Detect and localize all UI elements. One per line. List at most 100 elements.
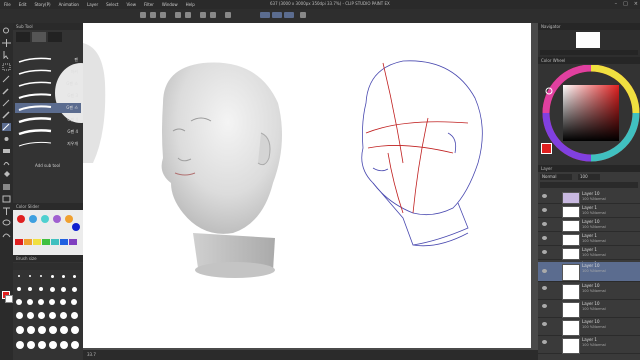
brush-size-dot[interactable] [27,326,35,334]
layer-row[interactable]: Layer 10 100 %Normal [538,318,640,336]
menu-window[interactable]: Window [158,2,182,7]
eye-icon[interactable] [542,208,547,212]
snap-ruler-icon[interactable] [260,12,270,18]
brush-size-dot[interactable] [62,275,65,278]
eye-icon[interactable] [542,286,547,290]
settings-icon[interactable] [300,12,306,18]
color-swatch[interactable] [24,239,32,245]
operation-icon[interactable] [2,51,11,60]
eye-icon[interactable] [542,322,547,326]
sub-color-swatch[interactable] [5,295,13,303]
main-color-chip[interactable] [541,143,552,154]
brush-size-dot[interactable] [72,287,77,292]
subtool-group-tab[interactable] [16,32,30,42]
layer-row-selected[interactable]: Layer 10 100 %Normal [538,262,640,282]
brush-size-dot[interactable] [71,341,79,349]
fill-icon[interactable] [210,12,216,18]
pencil-icon[interactable] [2,111,11,119]
new-file-icon[interactable] [140,12,146,18]
color-circle[interactable] [72,223,80,231]
figure-icon[interactable] [2,195,11,203]
brush-size-dot[interactable] [27,341,35,349]
snap-grid-icon[interactable] [284,12,294,18]
brush-size-dot[interactable] [71,299,77,305]
brush-size-dot[interactable] [27,299,33,305]
brush-size-dot[interactable] [16,341,24,349]
brush-size-dot[interactable] [16,312,23,319]
eye-icon[interactable] [542,340,547,344]
clear-icon[interactable] [200,12,206,18]
eye-icon[interactable] [542,236,547,240]
menu-edit[interactable]: Edit [15,2,31,7]
brush-item[interactable]: 마커 [15,67,81,77]
menu-view[interactable]: View [122,2,140,7]
menu-filter[interactable]: Filter [140,2,158,7]
layer-row[interactable]: Layer 1 100 %Normal [538,204,640,218]
brush-size-dot[interactable] [38,326,46,334]
brush-size-dot[interactable] [18,275,20,277]
brush-item[interactable]: G펜 4 [15,127,81,137]
fill-tool-icon[interactable] [2,171,11,179]
brush-size-dot[interactable] [60,341,68,349]
open-file-icon[interactable] [150,12,156,18]
layer-row[interactable]: Layer 1 100 %Normal [538,336,640,354]
close-button[interactable]: × [634,1,638,7]
brush-size-dot[interactable] [27,312,34,319]
brush-item[interactable]: 펜 [15,55,81,65]
pen-icon[interactable] [2,99,11,107]
snap-special-ruler-icon[interactable] [272,12,282,18]
eye-icon[interactable] [542,222,547,226]
layer-row[interactable]: Layer 10 100 %Normal [538,218,640,232]
move-icon[interactable] [2,39,11,47]
brush-size-dot[interactable] [71,326,79,334]
transform-icon[interactable] [225,12,231,18]
layer-row[interactable]: Layer 10 100 %Normal [538,282,640,300]
minimize-button[interactable]: – [615,1,618,7]
subtool-group-tab[interactable] [32,32,46,42]
layer-row[interactable]: Layer 10 100 %Normal [538,300,640,318]
gradient-icon[interactable] [2,183,11,191]
redo-icon[interactable] [185,12,191,18]
brush-size-dot[interactable] [17,287,21,291]
brush-size-dot[interactable] [38,312,45,319]
eye-icon[interactable] [542,269,547,273]
subtool-group-tab[interactable] [48,32,62,42]
brush-item[interactable]: G펜 스 [15,79,81,89]
menu-animation[interactable]: Animation [55,2,83,7]
brush-size-dot[interactable] [29,275,31,277]
brush-item-selected[interactable]: G펜 스 [15,103,81,113]
menu-help[interactable]: Help [182,2,199,7]
menu-select[interactable]: Select [102,2,122,7]
color-circle[interactable] [53,215,61,223]
airbrush-icon[interactable] [2,135,11,143]
color-swatch[interactable] [60,239,68,245]
color-circle[interactable] [41,215,49,223]
brush-size-dot[interactable] [16,326,24,334]
eye-icon[interactable] [542,304,547,308]
color-circle[interactable] [65,215,73,223]
brush-size-dot[interactable] [60,299,66,305]
layer-row[interactable]: Layer 1 100 %Normal [538,246,640,260]
save-icon[interactable] [160,12,166,18]
brush-size-dot[interactable] [38,341,46,349]
brush-size-dot[interactable] [49,341,57,349]
zoom-icon[interactable] [2,27,11,35]
opacity-field[interactable]: 100 [578,174,600,180]
blend-mode-select[interactable]: Normal [540,174,572,180]
brush-item[interactable]: G펜 3 [15,91,81,101]
brush-size-dot[interactable] [38,299,44,305]
brush-item[interactable]: 지우개 [15,139,81,149]
brush-size-dot[interactable] [49,312,56,319]
brush-size-dot[interactable] [40,275,42,277]
brush-size-dot[interactable] [49,326,57,334]
eraser-icon[interactable] [2,147,11,155]
brush-size-dot[interactable] [73,275,76,278]
brush-size-dot[interactable] [49,299,55,305]
menu-file[interactable]: File [0,2,15,7]
canvas-paper[interactable] [83,23,531,348]
layer-row[interactable]: Layer 1 100 %Normal [538,232,640,246]
line-correction-icon[interactable] [2,231,11,239]
brush-size-dot[interactable] [50,287,55,292]
color-swatch[interactable] [33,239,41,245]
color-swatch[interactable] [69,239,77,245]
